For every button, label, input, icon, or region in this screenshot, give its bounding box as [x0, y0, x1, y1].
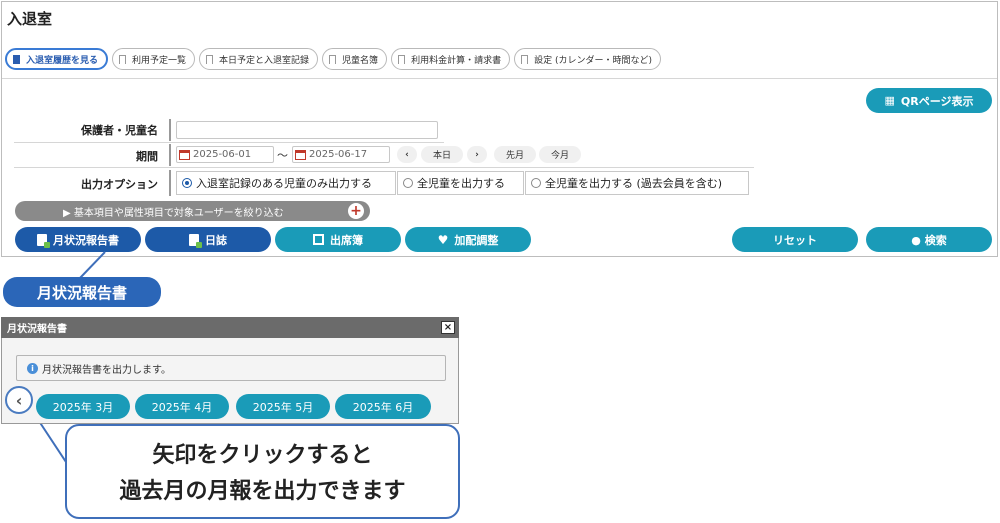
dialog-info-message: i 月状況報告書を出力します。 [16, 355, 446, 381]
bubble-line-1: 矢印をクリックすると [152, 443, 373, 468]
callout-label: 月状況報告書 [3, 277, 161, 307]
month-button-2025-05[interactable]: 2025年 5月 [236, 394, 330, 419]
month-button-2025-03[interactable]: 2025年 3月 [36, 394, 130, 419]
bubble-line-2: 過去月の月報を出力できます [119, 479, 406, 504]
info-icon: i [27, 362, 38, 374]
prev-arrow-button[interactable]: ‹ [5, 386, 33, 414]
dialog-title: 月状況報告書 [1, 317, 459, 338]
close-icon[interactable]: × [441, 321, 455, 334]
explanation-bubble: 矢印をクリックすると 過去月の月報を出力できます [65, 424, 460, 519]
month-button-2025-06[interactable]: 2025年 6月 [335, 394, 431, 419]
month-button-2025-04[interactable]: 2025年 4月 [135, 394, 229, 419]
